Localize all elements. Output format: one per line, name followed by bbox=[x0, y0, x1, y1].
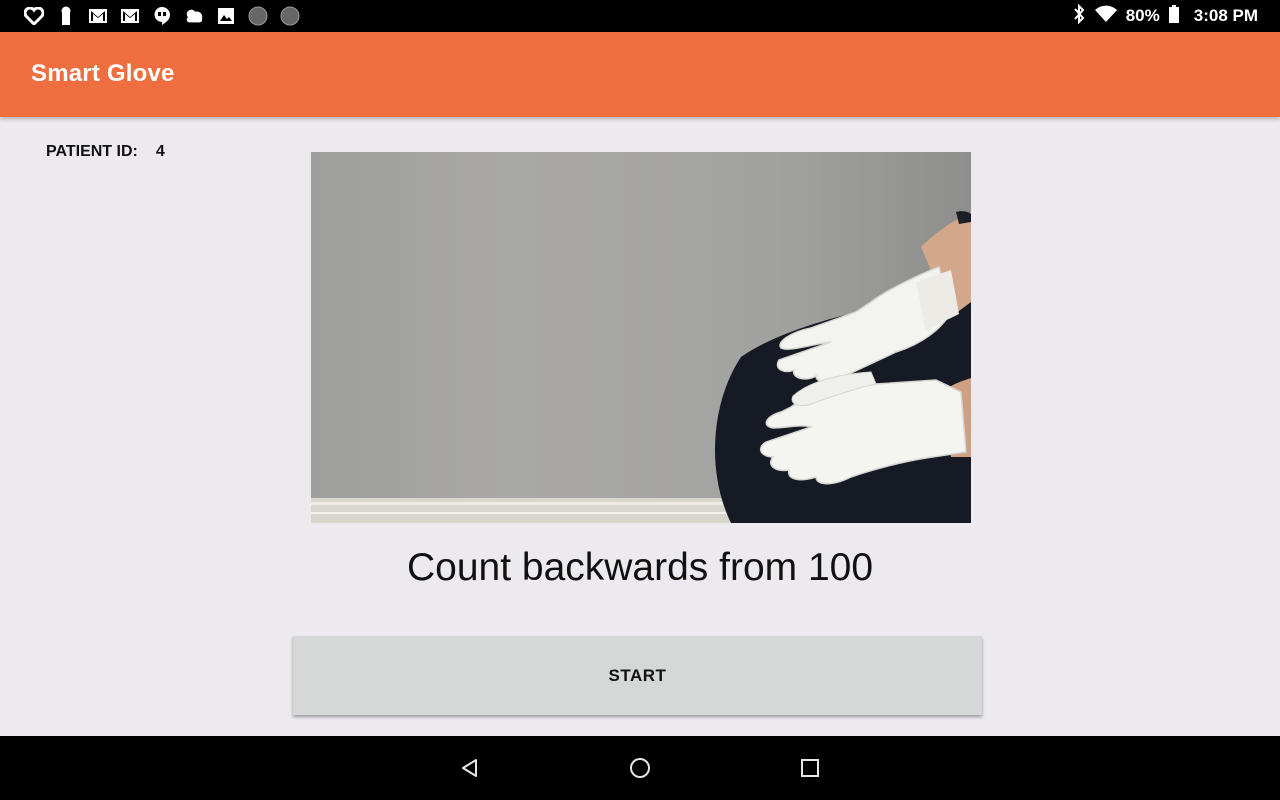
gallery-icon bbox=[216, 6, 236, 26]
instruction-text: Count backwards from 100 bbox=[406, 546, 874, 589]
system-status: 80% 3:08 PM bbox=[1072, 0, 1258, 32]
gmail-icon bbox=[120, 6, 140, 26]
wifi-icon bbox=[1094, 5, 1118, 28]
bluetooth-icon bbox=[1072, 3, 1086, 29]
navigation-bar bbox=[0, 736, 1280, 800]
patient-id-value: 4 bbox=[155, 143, 165, 160]
start-button[interactable]: START bbox=[293, 636, 982, 715]
notification-icons bbox=[24, 0, 300, 32]
instruction-video[interactable] bbox=[311, 152, 971, 523]
battery-percent: 80% bbox=[1125, 6, 1160, 25]
app-bar: Smart Glove bbox=[0, 32, 1280, 117]
hangouts-icon bbox=[152, 6, 172, 26]
weather-icon bbox=[184, 6, 204, 26]
status-bar: 80% 3:08 PM bbox=[0, 0, 1280, 32]
circle-icon bbox=[248, 6, 268, 26]
battery-icon bbox=[1168, 4, 1180, 29]
heart-icon bbox=[24, 6, 44, 26]
patient-id: PATIENT ID: 4 bbox=[46, 143, 165, 161]
home-icon[interactable] bbox=[628, 756, 652, 780]
clock: 3:08 PM bbox=[1193, 6, 1258, 25]
lock-keyhole-icon bbox=[56, 6, 76, 26]
video-frame bbox=[311, 152, 971, 523]
patient-id-label: PATIENT ID: bbox=[46, 143, 138, 160]
back-icon[interactable] bbox=[458, 756, 482, 780]
app-title: Smart Glove bbox=[31, 60, 175, 87]
circle-icon bbox=[280, 6, 300, 26]
recents-icon[interactable] bbox=[798, 756, 822, 780]
gmail-icon bbox=[88, 6, 108, 26]
